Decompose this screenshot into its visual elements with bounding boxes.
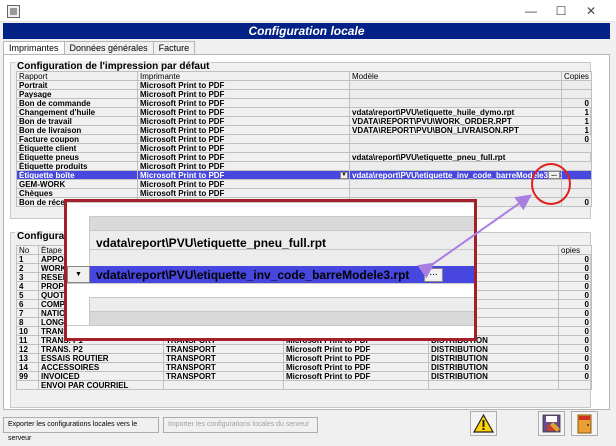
double-arrow — [417, 194, 532, 279]
callout-arrow — [417, 194, 532, 279]
